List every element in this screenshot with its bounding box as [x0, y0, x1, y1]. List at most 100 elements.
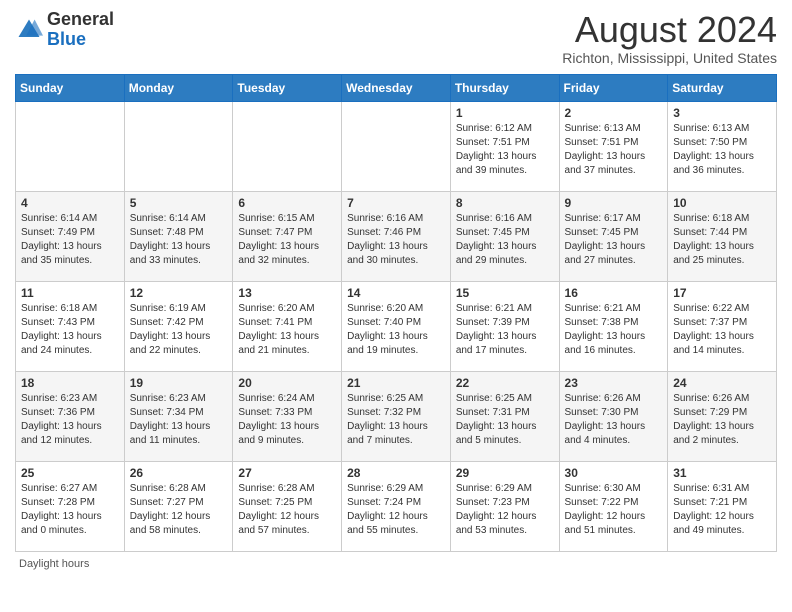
day-info: Sunrise: 6:23 AM Sunset: 7:36 PM Dayligh… [21, 392, 119, 448]
day-number: 15 [456, 286, 554, 300]
day-info: Sunrise: 6:14 AM Sunset: 7:48 PM Dayligh… [130, 212, 228, 268]
day-number: 14 [347, 286, 445, 300]
day-info: Sunrise: 6:24 AM Sunset: 7:33 PM Dayligh… [238, 392, 336, 448]
calendar-cell: 24 Sunrise: 6:26 AM Sunset: 7:29 PM Dayli… [668, 371, 777, 461]
header-row: SundayMondayTuesdayWednesdayThursdayFrid… [16, 74, 777, 101]
calendar-cell: 21Sunrise: 6:25 AM Sunset: 7:32 PM Dayli… [342, 371, 451, 461]
header-day-tuesday: Tuesday [233, 74, 342, 101]
day-info: Sunrise: 6:22 AM Sunset: 7:37 PM Dayligh… [673, 302, 771, 358]
day-info: Sunrise: 6:16 AM Sunset: 7:46 PM Dayligh… [347, 212, 445, 268]
calendar-cell: 13 Sunrise: 6:20 AM Sunset: 7:41 PM Dayli… [233, 281, 342, 371]
day-number: 26 [130, 466, 228, 480]
day-number: 2 [565, 106, 663, 120]
day-info: Sunrise: 6:21 AM Sunset: 7:39 PM Dayligh… [456, 302, 554, 358]
day-number: 1 [456, 106, 554, 120]
day-number: 8 [456, 196, 554, 210]
day-number: 16 [565, 286, 663, 300]
week-row-4: 18 Sunrise: 6:23 AM Sunset: 7:36 PM Dayli… [16, 371, 777, 461]
day-info: Sunrise: 6:13 AM Sunset: 7:51 PM Dayligh… [565, 122, 663, 178]
calendar-cell: 1 Sunrise: 6:12 AM Sunset: 7:51 PM Daylig… [450, 101, 559, 191]
calendar-cell: 31 Sunrise: 6:31 AM Sunset: 7:21 PM Dayli… [668, 461, 777, 551]
calendar-cell: 15 Sunrise: 6:21 AM Sunset: 7:39 PM Dayli… [450, 281, 559, 371]
day-info: Sunrise: 6:14 AM Sunset: 7:49 PM Dayligh… [21, 212, 119, 268]
calendar-cell [233, 101, 342, 191]
day-number: 24 [673, 376, 771, 390]
day-info: Sunrise: 6:25 AM Sunset: 7:31 PM Dayligh… [456, 392, 554, 448]
day-number: 21 [347, 376, 445, 390]
day-number: 31 [673, 466, 771, 480]
calendar-cell: 5 Sunrise: 6:14 AM Sunset: 7:48 PM Daylig… [124, 191, 233, 281]
page-header: General Blue August 2024 Richton, Missis… [15, 10, 777, 66]
day-info: Sunrise: 6:18 AM Sunset: 7:44 PM Dayligh… [673, 212, 771, 268]
day-number: 25 [21, 466, 119, 480]
calendar-cell [16, 101, 125, 191]
day-info: Sunrise: 6:29 AM Sunset: 7:23 PM Dayligh… [456, 482, 554, 538]
calendar-cell: 18 Sunrise: 6:23 AM Sunset: 7:36 PM Dayli… [16, 371, 125, 461]
day-number: 4 [21, 196, 119, 210]
day-number: 27 [238, 466, 336, 480]
week-row-3: 11Sunrise: 6:18 AM Sunset: 7:43 PM Dayli… [16, 281, 777, 371]
header-day-sunday: Sunday [16, 74, 125, 101]
day-info: Sunrise: 6:21 AM Sunset: 7:38 PM Dayligh… [565, 302, 663, 358]
day-number: 12 [130, 286, 228, 300]
day-info: Sunrise: 6:20 AM Sunset: 7:41 PM Dayligh… [238, 302, 336, 358]
calendar-body: 1 Sunrise: 6:12 AM Sunset: 7:51 PM Daylig… [16, 101, 777, 551]
calendar-cell [124, 101, 233, 191]
day-info: Sunrise: 6:27 AM Sunset: 7:28 PM Dayligh… [21, 482, 119, 538]
calendar-header: SundayMondayTuesdayWednesdayThursdayFrid… [16, 74, 777, 101]
calendar-cell: 6 Sunrise: 6:15 AM Sunset: 7:47 PM Daylig… [233, 191, 342, 281]
header-day-thursday: Thursday [450, 74, 559, 101]
calendar-cell: 17 Sunrise: 6:22 AM Sunset: 7:37 PM Dayli… [668, 281, 777, 371]
calendar-cell: 19Sunrise: 6:23 AM Sunset: 7:34 PM Dayli… [124, 371, 233, 461]
calendar-cell: 11Sunrise: 6:18 AM Sunset: 7:43 PM Dayli… [16, 281, 125, 371]
day-number: 3 [673, 106, 771, 120]
subtitle: Richton, Mississippi, United States [562, 50, 777, 66]
day-info: Sunrise: 6:26 AM Sunset: 7:29 PM Dayligh… [673, 392, 771, 448]
day-info: Sunrise: 6:12 AM Sunset: 7:51 PM Dayligh… [456, 122, 554, 178]
logo: General Blue [15, 10, 114, 50]
day-number: 20 [238, 376, 336, 390]
calendar-cell: 22 Sunrise: 6:25 AM Sunset: 7:31 PM Dayli… [450, 371, 559, 461]
day-info: Sunrise: 6:29 AM Sunset: 7:24 PM Dayligh… [347, 482, 445, 538]
day-number: 22 [456, 376, 554, 390]
day-number: 29 [456, 466, 554, 480]
week-row-5: 25 Sunrise: 6:27 AM Sunset: 7:28 PM Dayli… [16, 461, 777, 551]
day-info: Sunrise: 6:16 AM Sunset: 7:45 PM Dayligh… [456, 212, 554, 268]
day-number: 17 [673, 286, 771, 300]
day-info: Sunrise: 6:17 AM Sunset: 7:45 PM Dayligh… [565, 212, 663, 268]
day-number: 6 [238, 196, 336, 210]
day-number: 23 [565, 376, 663, 390]
day-info: Sunrise: 6:20 AM Sunset: 7:40 PM Dayligh… [347, 302, 445, 358]
calendar-cell: 9 Sunrise: 6:17 AM Sunset: 7:45 PM Daylig… [559, 191, 668, 281]
daylight-label: Daylight hours [15, 558, 777, 570]
day-number: 9 [565, 196, 663, 210]
title-block: August 2024 Richton, Mississippi, United… [562, 10, 777, 66]
day-info: Sunrise: 6:31 AM Sunset: 7:21 PM Dayligh… [673, 482, 771, 538]
header-day-saturday: Saturday [668, 74, 777, 101]
header-day-wednesday: Wednesday [342, 74, 451, 101]
calendar-cell: 26Sunrise: 6:28 AM Sunset: 7:27 PM Dayli… [124, 461, 233, 551]
calendar-cell: 3Sunrise: 6:13 AM Sunset: 7:50 PM Daylig… [668, 101, 777, 191]
day-number: 18 [21, 376, 119, 390]
calendar-cell: 30Sunrise: 6:30 AM Sunset: 7:22 PM Dayli… [559, 461, 668, 551]
calendar-cell [342, 101, 451, 191]
calendar-cell: 20 Sunrise: 6:24 AM Sunset: 7:33 PM Dayli… [233, 371, 342, 461]
day-number: 30 [565, 466, 663, 480]
calendar-cell: 10Sunrise: 6:18 AM Sunset: 7:44 PM Dayli… [668, 191, 777, 281]
day-info: Sunrise: 6:23 AM Sunset: 7:34 PM Dayligh… [130, 392, 228, 448]
day-number: 28 [347, 466, 445, 480]
calendar-cell: 12Sunrise: 6:19 AM Sunset: 7:42 PM Dayli… [124, 281, 233, 371]
calendar-table: SundayMondayTuesdayWednesdayThursdayFrid… [15, 74, 777, 552]
header-day-monday: Monday [124, 74, 233, 101]
day-info: Sunrise: 6:15 AM Sunset: 7:47 PM Dayligh… [238, 212, 336, 268]
calendar-cell: 23 Sunrise: 6:26 AM Sunset: 7:30 PM Dayli… [559, 371, 668, 461]
calendar-cell: 27Sunrise: 6:28 AM Sunset: 7:25 PM Dayli… [233, 461, 342, 551]
calendar-cell: 28 Sunrise: 6:29 AM Sunset: 7:24 PM Dayli… [342, 461, 451, 551]
calendar-cell: 14 Sunrise: 6:20 AM Sunset: 7:40 PM Dayli… [342, 281, 451, 371]
calendar-cell: 29 Sunrise: 6:29 AM Sunset: 7:23 PM Dayli… [450, 461, 559, 551]
day-info: Sunrise: 6:26 AM Sunset: 7:30 PM Dayligh… [565, 392, 663, 448]
logo-icon [15, 16, 43, 44]
day-number: 5 [130, 196, 228, 210]
day-number: 13 [238, 286, 336, 300]
calendar-cell: 4 Sunrise: 6:14 AM Sunset: 7:49 PM Daylig… [16, 191, 125, 281]
